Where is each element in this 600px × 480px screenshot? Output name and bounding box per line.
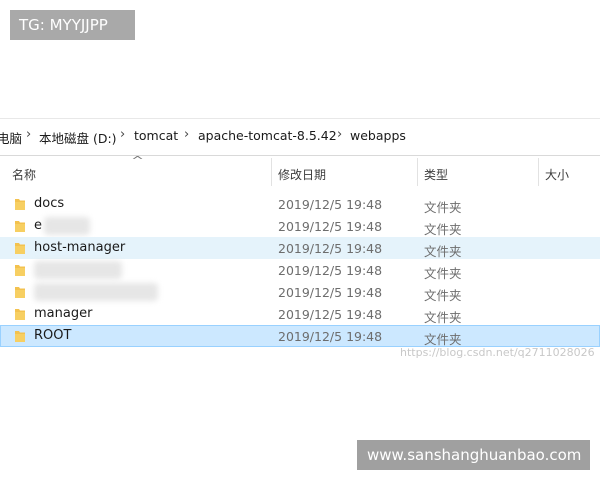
file-row-host-manager[interactable]: host-manager 2019/12/5 19:48 文件夹 — [0, 237, 600, 259]
folder-icon — [15, 287, 25, 298]
folder-icon — [15, 221, 25, 232]
folder-icon — [15, 199, 25, 210]
file-date: 2019/12/5 19:48 — [278, 197, 383, 212]
file-row-redacted[interactable]: 2019/12/5 19:48 文件夹 — [0, 259, 600, 281]
file-date: 2019/12/5 19:48 — [278, 307, 383, 322]
file-name: docs — [34, 196, 65, 211]
breadcrumb-local-disk[interactable]: 本地磁盘 (D:) — [39, 128, 117, 147]
file-type: 文件夹 — [424, 244, 462, 259]
file-row-docs[interactable]: docs 2019/12/5 19:48 文件夹 — [0, 193, 600, 215]
file-name: host-manager — [34, 240, 126, 255]
column-divider[interactable] — [538, 158, 539, 186]
chevron-right-icon[interactable]: › — [120, 127, 125, 142]
file-date: 2019/12/5 19:48 — [278, 241, 383, 256]
chevron-right-icon[interactable]: › — [337, 127, 342, 142]
folder-icon — [15, 309, 25, 320]
chevron-right-icon[interactable]: › — [26, 127, 31, 142]
tg-watermark-badge: TG: MYYJJPP — [10, 10, 135, 40]
file-date: 2019/12/5 19:48 — [278, 263, 383, 278]
file-type: 文件夹 — [424, 266, 462, 281]
column-divider[interactable] — [417, 158, 418, 186]
file-row-root[interactable]: ROOT 2019/12/5 19:48 文件夹 — [0, 325, 600, 347]
column-header-type[interactable]: 类型 — [424, 166, 448, 183]
folder-icon — [15, 265, 25, 276]
file-type: 文件夹 — [424, 200, 462, 215]
column-header-name[interactable]: 名称 — [12, 166, 36, 183]
folder-icon — [15, 331, 25, 342]
file-name: ROOT — [34, 328, 72, 343]
breadcrumb-apache-tomcat[interactable]: apache-tomcat-8.5.42 — [198, 128, 337, 143]
file-row-manager[interactable]: manager 2019/12/5 19:48 文件夹 — [0, 303, 600, 325]
file-date: 2019/12/5 19:48 — [278, 285, 383, 300]
column-header-size[interactable]: 大小 — [545, 166, 569, 183]
column-header-row: 名称 修改日期 类型 大小 — [0, 158, 600, 188]
file-type: 文件夹 — [424, 310, 462, 325]
breadcrumb-webapps[interactable]: webapps — [350, 128, 406, 143]
file-date: 2019/12/5 19:48 — [278, 219, 383, 234]
column-header-modified[interactable]: 修改日期 — [278, 166, 326, 183]
column-divider[interactable] — [271, 158, 272, 186]
chevron-right-icon[interactable]: › — [184, 127, 189, 142]
redaction-blur — [44, 217, 90, 235]
folder-icon — [15, 243, 25, 254]
breadcrumb-this-pc[interactable]: 电脑 — [0, 128, 22, 147]
csdn-watermark: https://blog.csdn.net/q2711028026 — [400, 346, 595, 359]
file-date: 2019/12/5 19:48 — [278, 329, 383, 344]
file-type: 文件夹 — [424, 222, 462, 237]
redaction-blur — [34, 283, 158, 301]
breadcrumb[interactable]: 电脑 › 本地磁盘 (D:) › tomcat › apache-tomcat-… — [0, 118, 600, 156]
file-name: e — [34, 218, 42, 233]
file-row-examples[interactable]: e 2019/12/5 19:48 文件夹 — [0, 215, 600, 237]
file-row-redacted[interactable]: 2019/12/5 19:48 文件夹 — [0, 281, 600, 303]
breadcrumb-tomcat[interactable]: tomcat — [134, 128, 178, 143]
site-watermark-badge: www.sanshanghuanbao.com — [357, 440, 590, 470]
file-type: 文件夹 — [424, 288, 462, 303]
redaction-blur — [34, 261, 122, 279]
file-name: manager — [34, 306, 93, 321]
